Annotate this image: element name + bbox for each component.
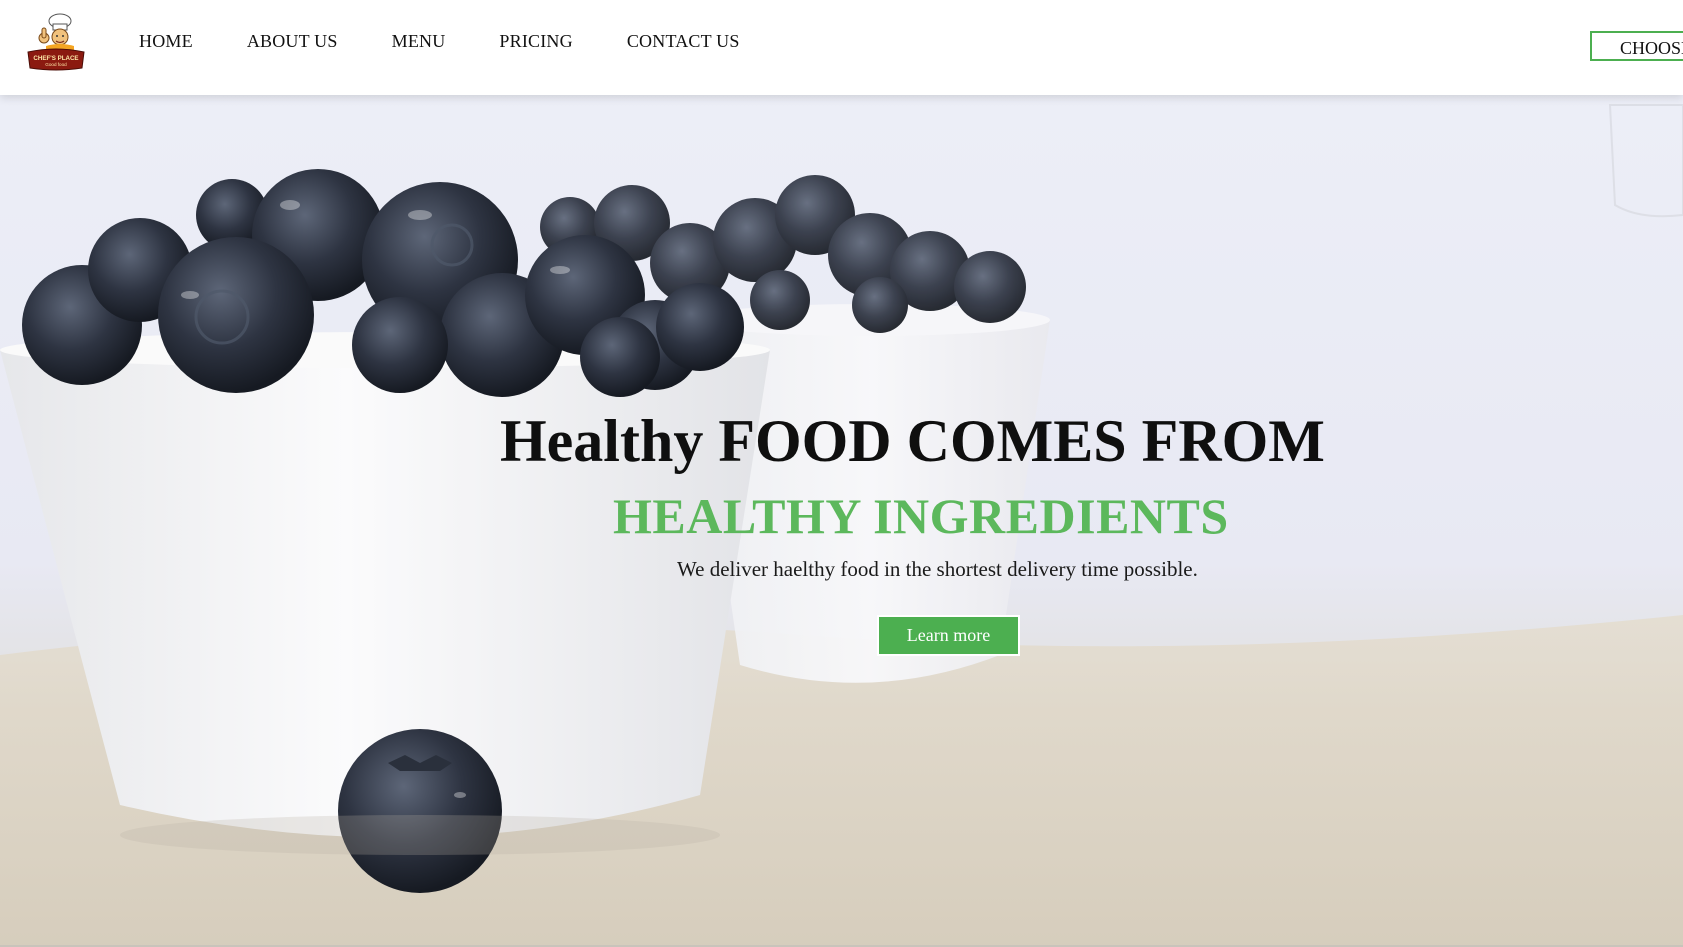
svg-text:CHEF'S PLACE: CHEF'S PLACE (33, 55, 78, 62)
nav-contact-us[interactable]: CONTACT US (627, 31, 740, 52)
chef-logo-icon: CHEF'S PLACE Good food (27, 13, 85, 71)
hero-headline: Healthy FOOD COMES FROM (500, 408, 1325, 474)
nav-menu[interactable]: MENU (392, 31, 446, 52)
hero-content: Healthy FOOD COMES FROM HEALTHY INGREDIE… (0, 95, 1683, 947)
learn-more-button[interactable]: Learn more (877, 615, 1020, 656)
main-nav: HOME ABOUT US MENU PRICING CONTACT US (139, 31, 794, 52)
svg-text:Good food: Good food (45, 62, 67, 67)
choose-button[interactable]: CHOOSE (1590, 31, 1683, 61)
nav-home[interactable]: HOME (139, 31, 193, 52)
chefs-place-logo[interactable]: CHEF'S PLACE Good food (24, 12, 88, 76)
nav-pricing[interactable]: PRICING (499, 31, 572, 52)
nav-about-us[interactable]: ABOUT US (247, 31, 338, 52)
hero-section: Healthy FOOD COMES FROM HEALTHY INGREDIE… (0, 95, 1683, 947)
hero-tagline: We deliver haelthy food in the shortest … (677, 557, 1198, 581)
hero-subheadline: HEALTHY INGREDIENTS (613, 488, 1229, 544)
site-header: CHEF'S PLACE Good food HOME ABOUT US MEN… (0, 0, 1683, 95)
page: CHEF'S PLACE Good food HOME ABOUT US MEN… (0, 0, 1683, 947)
